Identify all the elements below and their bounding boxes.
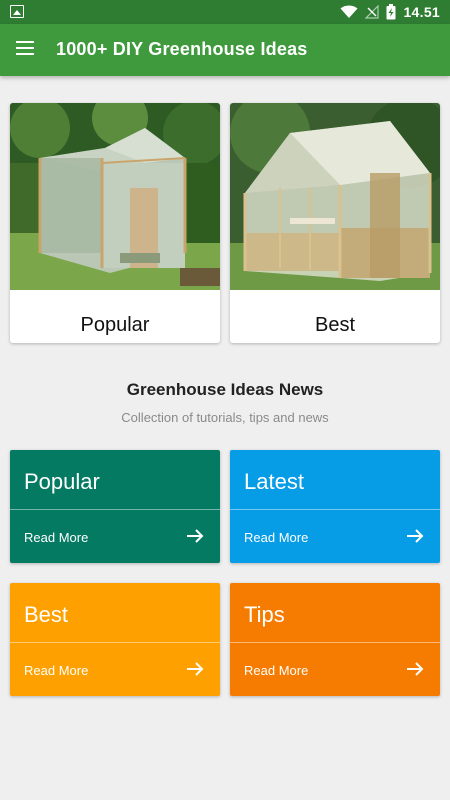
news-section-subtitle: Collection of tutorials, tips and news bbox=[121, 410, 329, 425]
app-title: 1000+ DIY Greenhouse Ideas bbox=[56, 39, 308, 59]
news-section-title: Greenhouse Ideas News bbox=[126, 380, 324, 399]
status-icons: 14.51 bbox=[340, 2, 440, 22]
arrow-right-icon[interactable] bbox=[406, 528, 424, 544]
hamburger-menu-icon[interactable] bbox=[16, 41, 36, 57]
tile-title: Best bbox=[24, 602, 69, 627]
read-more-link[interactable]: Read More bbox=[244, 530, 308, 545]
battery-charging-icon bbox=[386, 4, 396, 20]
featured-card-best[interactable]: Best bbox=[230, 103, 440, 343]
arrow-right-icon[interactable] bbox=[406, 661, 424, 677]
tile-latest[interactable]: Latest Read More bbox=[230, 450, 440, 563]
tile-best[interactable]: Best Read More bbox=[10, 583, 220, 696]
arrow-right-icon[interactable] bbox=[186, 661, 204, 677]
tile-title: Popular bbox=[24, 469, 100, 494]
read-more-link[interactable]: Read More bbox=[24, 530, 88, 545]
tile-title: Tips bbox=[244, 602, 285, 627]
no-signal-icon bbox=[365, 5, 380, 19]
app-bar: 1000+ DIY Greenhouse Ideas bbox=[0, 24, 450, 76]
divider bbox=[230, 509, 440, 510]
tile-popular[interactable]: Popular Read More bbox=[10, 450, 220, 563]
featured-card-label: Best bbox=[314, 314, 356, 336]
wooden-glass-greenhouse-photo bbox=[230, 103, 440, 290]
divider bbox=[10, 642, 220, 643]
featured-card-label: Popular bbox=[80, 314, 150, 336]
divider bbox=[10, 509, 220, 510]
wifi-icon bbox=[340, 5, 358, 18]
read-more-link[interactable]: Read More bbox=[24, 663, 88, 678]
status-bar: 14.51 bbox=[0, 0, 450, 24]
divider bbox=[230, 642, 440, 643]
tile-title: Latest bbox=[244, 469, 304, 494]
tile-tips[interactable]: Tips Read More bbox=[230, 583, 440, 696]
read-more-link[interactable]: Read More bbox=[244, 663, 308, 678]
featured-card-popular[interactable]: Popular bbox=[10, 103, 220, 343]
clock: 14.51 bbox=[403, 4, 440, 20]
plastic-bottle-greenhouse-photo bbox=[10, 103, 220, 290]
gallery-icon bbox=[10, 5, 24, 18]
arrow-right-icon[interactable] bbox=[186, 528, 204, 544]
